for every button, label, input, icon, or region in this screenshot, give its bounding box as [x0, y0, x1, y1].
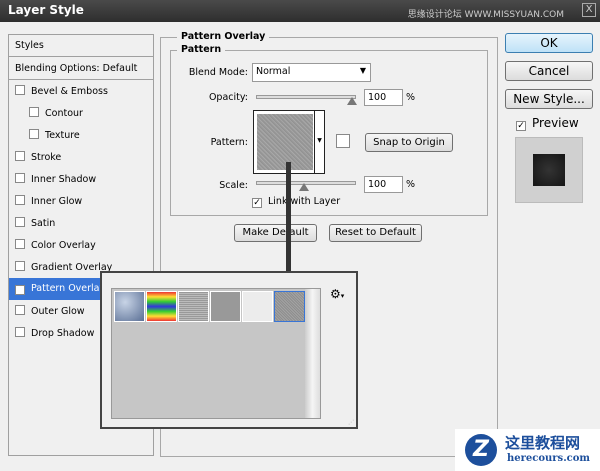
sidebar-item[interactable]: Bevel & Emboss — [9, 80, 153, 102]
snap-to-origin-button[interactable]: Snap to Origin — [365, 133, 453, 152]
checkbox-icon[interactable] — [15, 217, 25, 227]
opacity-slider[interactable] — [256, 95, 356, 99]
sidebar-item[interactable]: Stroke — [9, 146, 153, 168]
pattern-picker-popup: ⚙▾ ⋰ — [100, 271, 358, 429]
subgroup-title: Pattern — [177, 44, 226, 55]
new-style-button[interactable]: New Style... — [505, 89, 593, 109]
watermark-top: 思缘设计论坛 WWW.MISSYUAN.COM — [407, 10, 564, 20]
scale-slider-thumb[interactable] — [299, 183, 309, 191]
opacity-input[interactable]: 100 — [364, 89, 403, 106]
scrollbar[interactable] — [305, 289, 320, 418]
checkbox-icon[interactable] — [15, 85, 25, 95]
watermark-title: 这里教程网 — [505, 434, 581, 452]
blend-mode-value: Normal — [256, 66, 291, 77]
opacity-unit: % — [406, 92, 416, 103]
sidebar-item[interactable]: Blending Options: Default — [9, 58, 153, 80]
chevron-down-icon[interactable]: ▼ — [314, 111, 324, 173]
ok-button[interactable]: OK — [505, 33, 593, 53]
scale-unit: % — [406, 179, 416, 190]
sidebar-item-label: Contour — [45, 108, 83, 119]
watermark-url: herecours.com — [507, 453, 591, 464]
gear-icon[interactable]: ⚙▾ — [330, 287, 344, 301]
pattern-preview — [257, 114, 313, 170]
sidebar-item[interactable]: Styles — [9, 35, 153, 57]
sidebar-item-label: Pattern Overlay — [31, 283, 106, 294]
sidebar-item-label: Color Overlay — [31, 240, 96, 251]
sidebar-item[interactable]: Satin — [9, 212, 153, 234]
opacity-slider-thumb[interactable] — [347, 97, 357, 105]
annotation-arrow — [286, 162, 291, 282]
checkbox-icon[interactable] — [15, 261, 25, 271]
checkbox-icon[interactable] — [15, 239, 25, 249]
pattern-swatch[interactable] — [114, 291, 145, 322]
preview-checkbox[interactable]: ✓ Preview — [516, 116, 579, 131]
pattern-swatch[interactable] — [274, 291, 305, 322]
checkbox-icon[interactable] — [29, 107, 39, 117]
link-with-layer-checkbox[interactable]: ✓ Link with Layer — [252, 196, 340, 208]
group-title: Pattern Overlay — [177, 31, 270, 42]
sidebar-item[interactable]: Inner Glow — [9, 190, 153, 212]
close-button[interactable]: X — [582, 3, 596, 17]
checkbox-icon[interactable] — [15, 327, 25, 337]
opacity-label: Opacity: — [208, 92, 248, 103]
checkbox-checked-icon: ✓ — [516, 121, 526, 131]
sidebar-item-label: Satin — [31, 218, 56, 229]
sidebar-item-label: Bevel & Emboss — [31, 86, 108, 97]
pattern-label: Pattern: — [210, 137, 248, 148]
checkbox-checked-icon: ✓ — [252, 198, 262, 208]
checkbox-icon[interactable] — [15, 305, 25, 315]
preview-thumbnail — [515, 137, 583, 203]
window-title: Layer Style — [8, 3, 84, 17]
sidebar-item-label: Texture — [45, 130, 80, 141]
checkbox-icon[interactable] — [15, 151, 25, 161]
sidebar-item[interactable]: Texture — [9, 124, 153, 146]
scale-label: Scale: — [219, 180, 248, 191]
reset-to-default-button[interactable]: Reset to Default — [329, 224, 422, 242]
sidebar-item-label: Drop Shadow — [31, 328, 95, 339]
sidebar-item[interactable]: Color Overlay — [9, 234, 153, 256]
sidebar-item-label: Outer Glow — [31, 306, 85, 317]
checkbox-checked-icon[interactable]: ✓ — [15, 285, 25, 295]
sidebar-item-label: Styles — [15, 40, 44, 51]
make-default-button[interactable]: Make Default — [234, 224, 317, 242]
cancel-button[interactable]: Cancel — [505, 61, 593, 81]
pattern-swatch[interactable] — [178, 291, 209, 322]
sidebar-item[interactable]: Contour — [9, 102, 153, 124]
preview-swatch — [533, 154, 565, 186]
scale-input[interactable]: 100 — [364, 176, 403, 193]
pattern-grid — [111, 288, 321, 419]
sidebar-item-label: Blending Options: Default — [15, 63, 138, 74]
sidebar-item[interactable]: Inner Shadow — [9, 168, 153, 190]
checkbox-icon[interactable] — [15, 173, 25, 183]
blend-mode-label: Blend Mode: — [188, 67, 248, 78]
resize-grip-icon[interactable]: ⋰ — [348, 419, 354, 426]
watermark-logo: Z 这里教程网 herecours.com — [455, 429, 600, 471]
new-preset-icon[interactable] — [336, 134, 350, 148]
chevron-down-icon: ▼ — [359, 66, 366, 75]
sidebar-item-label: Inner Glow — [31, 196, 83, 207]
pattern-swatch[interactable] — [242, 291, 273, 322]
link-label: Link with Layer — [268, 196, 341, 207]
preview-label: Preview — [532, 116, 579, 130]
blend-mode-select[interactable]: Normal ▼ — [252, 63, 371, 82]
checkbox-icon[interactable] — [29, 129, 39, 139]
sidebar-item-label: Inner Shadow — [31, 174, 97, 185]
logo-z-icon: Z — [465, 434, 497, 466]
checkbox-icon[interactable] — [15, 195, 25, 205]
sidebar-item-label: Stroke — [31, 152, 62, 163]
pattern-swatch[interactable] — [146, 291, 177, 322]
pattern-swatch[interactable] — [210, 291, 241, 322]
